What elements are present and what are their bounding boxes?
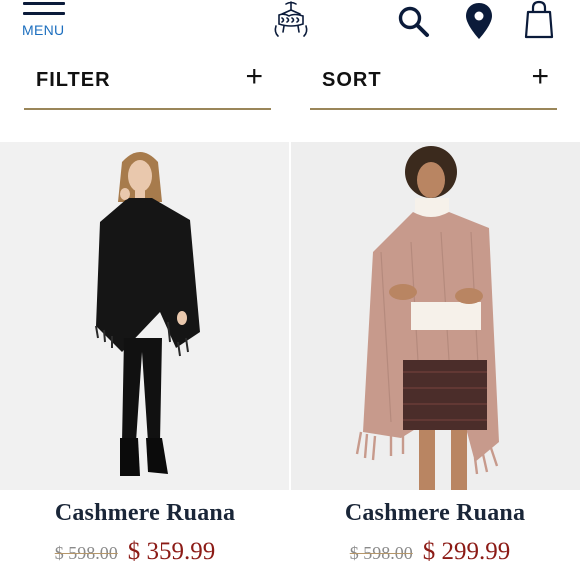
sale-price: $ 359.99 — [127, 538, 216, 565]
plus-icon: + — [245, 60, 263, 93]
filter-underline — [24, 108, 271, 110]
filter-button[interactable]: FILTER + — [24, 58, 271, 110]
product-name[interactable]: Cashmere Ruana — [0, 500, 290, 527]
location-pin-icon[interactable] — [464, 2, 494, 40]
menu-button[interactable]: MENU — [22, 0, 68, 40]
plus-icon: + — [531, 60, 549, 93]
sale-price: $ 299.99 — [422, 538, 511, 565]
sort-button[interactable]: SORT + — [310, 58, 557, 110]
hamburger-icon-bar — [23, 12, 65, 15]
sort-underline — [310, 108, 557, 110]
original-price: $ 598.00 — [349, 543, 413, 563]
menu-label: MENU — [22, 22, 65, 38]
product-image-black-ruana[interactable] — [0, 142, 289, 490]
product-divider — [289, 142, 291, 490]
filter-label: FILTER — [36, 69, 111, 91]
hamburger-icon — [23, 2, 65, 5]
golden-fleece-logo[interactable] — [270, 0, 312, 40]
shopping-bag-icon[interactable] — [524, 0, 554, 40]
product-name[interactable]: Cashmere Ruana — [290, 500, 580, 527]
product-image-pink-ruana[interactable] — [291, 142, 580, 490]
sort-label: SORT — [322, 69, 382, 91]
search-icon[interactable] — [396, 4, 430, 38]
product-price: $ 598.00 $ 299.99 — [285, 538, 575, 566]
product-price: $ 598.00 $ 359.99 — [0, 538, 280, 566]
original-price: $ 598.00 — [54, 543, 118, 563]
